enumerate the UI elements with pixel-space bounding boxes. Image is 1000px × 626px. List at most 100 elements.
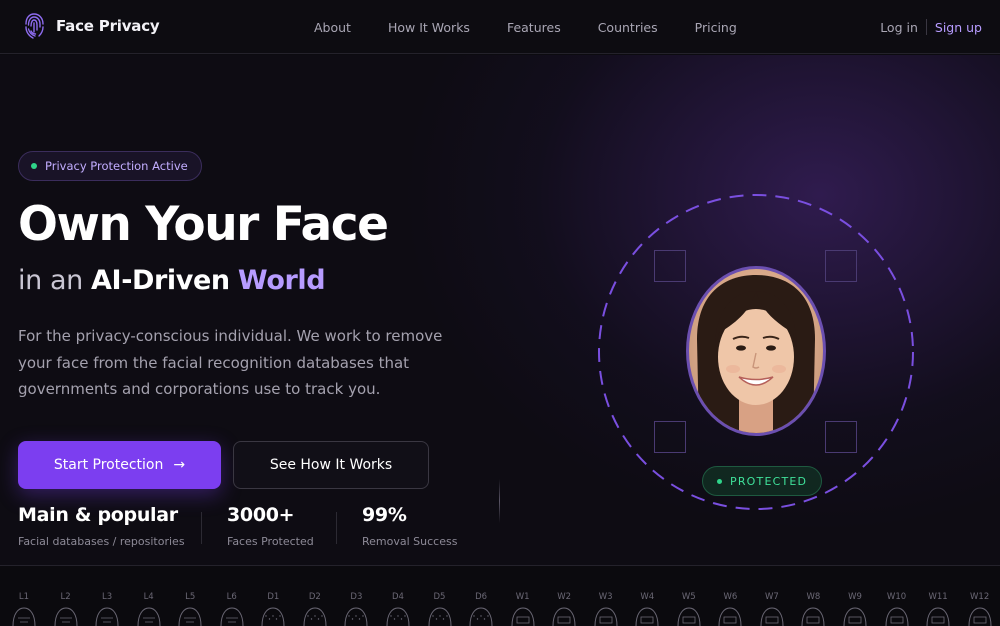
landmark-item: W10 xyxy=(877,592,917,626)
stat-label: Removal Success xyxy=(362,535,458,548)
landmark-item: D4 xyxy=(378,592,418,626)
landmark-label: D3 xyxy=(350,592,363,602)
brand-logo[interactable]: Face Privacy xyxy=(22,12,160,40)
protected-status-badge: PROTECTED xyxy=(702,466,823,496)
nav-about[interactable]: About xyxy=(314,20,351,35)
landmark-label: W1 xyxy=(515,592,530,602)
face-outline-icon xyxy=(635,607,659,626)
subtitle-prefix: in an xyxy=(18,265,83,296)
landmark-item: L5 xyxy=(170,592,210,626)
landmark-label: W3 xyxy=(598,592,613,602)
green-dot-icon xyxy=(717,478,722,484)
landmark-label: L6 xyxy=(226,592,237,602)
landmark-label: W11 xyxy=(928,592,948,602)
arrow-right-icon: → xyxy=(173,457,186,473)
face-outline-icon xyxy=(511,607,535,626)
landmark-item: D6 xyxy=(461,592,501,626)
face-outline-icon xyxy=(344,607,368,626)
nav-pricing[interactable]: Pricing xyxy=(695,20,737,35)
start-protection-button[interactable]: Start Protection → xyxy=(18,441,221,489)
stat-value: 3000+ xyxy=(227,504,295,526)
landmark-item: D2 xyxy=(295,592,335,626)
face-outline-icon xyxy=(552,607,576,626)
face-outline-icon xyxy=(968,607,992,626)
face-outline-icon xyxy=(220,607,244,626)
landmark-label: L5 xyxy=(185,592,196,602)
landmark-item: W5 xyxy=(669,592,709,626)
protection-status-badge: Privacy Protection Active xyxy=(18,151,202,181)
protected-label: PROTECTED xyxy=(730,474,808,488)
face-scan-visual: PROTECTED xyxy=(590,185,920,515)
nav-features[interactable]: Features xyxy=(507,20,561,35)
landmark-item: D5 xyxy=(420,592,460,626)
landmark-label: W10 xyxy=(886,592,907,602)
main-nav: About How It Works Features Countries Pr… xyxy=(314,0,774,54)
landmark-label: W5 xyxy=(681,592,696,602)
face-outline-icon xyxy=(386,607,410,626)
stat-label: Facial databases / repositories xyxy=(18,535,185,548)
landmark-label: D2 xyxy=(308,592,321,602)
nav-countries[interactable]: Countries xyxy=(598,20,658,35)
face-outline-icon xyxy=(718,607,742,626)
landmark-label: D1 xyxy=(267,592,280,602)
landmark-label: D4 xyxy=(391,592,404,602)
site-header: Face Privacy About How It Works Features… xyxy=(0,0,1000,54)
hero-title: Own Your Face xyxy=(18,197,389,252)
landmark-label: W4 xyxy=(640,592,655,602)
landmark-item: L6 xyxy=(212,592,252,626)
hero-description: For the privacy-conscious individual. We… xyxy=(18,327,443,398)
landmark-label: W12 xyxy=(970,592,990,602)
stat-divider xyxy=(201,512,202,544)
face-outline-icon xyxy=(843,607,867,626)
stat-databases: Main & popular Facial databases / reposi… xyxy=(18,504,185,548)
landmark-label: W2 xyxy=(557,592,572,602)
landmark-item: W4 xyxy=(627,592,667,626)
face-fingerprint-icon xyxy=(22,12,46,40)
face-outline-icon xyxy=(95,607,119,626)
face-outline-icon xyxy=(677,607,701,626)
login-link[interactable]: Log in xyxy=(880,20,918,35)
nav-how-it-works[interactable]: How It Works xyxy=(388,20,470,35)
landmark-label: W9 xyxy=(848,592,862,602)
landmark-label: W6 xyxy=(723,592,738,602)
stat-removal-success: 99% Removal Success xyxy=(362,504,457,548)
stat-label: Faces Protected xyxy=(227,535,314,548)
scan-corner-top-left xyxy=(654,250,686,282)
landmark-item: W8 xyxy=(793,592,833,626)
landmark-item: L2 xyxy=(46,592,86,626)
landmark-label: D6 xyxy=(475,592,488,602)
landmark-label: L3 xyxy=(102,592,113,602)
subtitle-accent: World xyxy=(237,265,326,296)
stat-value: Main & popular xyxy=(18,504,178,526)
face-outline-icon xyxy=(303,607,327,626)
face-outline-icon xyxy=(469,607,493,626)
landmark-label: D5 xyxy=(433,592,446,602)
face-outline-icon xyxy=(178,607,202,626)
scan-corner-top-right xyxy=(825,250,857,282)
face-landmark-strip: L1 L2 L3 L4 L5 L6 D1 D2 D3 D4 D5 D6 W1 W2 W3 W4 W5 W6 W7 W8… xyxy=(0,565,1000,626)
scan-corner-bottom-right xyxy=(825,421,857,453)
hero-section: Privacy Protection Active Own Your Face … xyxy=(0,55,1000,565)
face-outline-icon xyxy=(261,607,285,626)
landmark-item: W12 xyxy=(960,592,1000,626)
green-dot-icon xyxy=(31,163,37,169)
face-outline-icon xyxy=(54,607,78,626)
see-how-it-works-button[interactable]: See How It Works xyxy=(233,441,429,489)
landmark-item: L4 xyxy=(129,592,169,626)
face-photo xyxy=(686,266,826,436)
stat-faces-protected: 3000+ Faces Protected xyxy=(227,504,314,548)
landmark-item: W3 xyxy=(586,592,626,626)
landmark-label: L4 xyxy=(143,592,154,602)
face-outline-icon xyxy=(760,607,784,626)
scan-corner-bottom-left xyxy=(654,421,686,453)
landmark-item: W11 xyxy=(918,592,958,626)
landmark-item: W9 xyxy=(835,592,875,626)
landmark-item: L1 xyxy=(4,592,44,626)
face-outline-icon xyxy=(926,607,950,626)
start-protection-label: Start Protection xyxy=(53,457,164,473)
face-outline-icon xyxy=(885,607,909,626)
face-outline-icon xyxy=(12,607,36,626)
landmark-item: W1 xyxy=(503,592,543,626)
signup-link[interactable]: Sign up xyxy=(935,20,982,35)
auth-divider xyxy=(925,19,927,35)
